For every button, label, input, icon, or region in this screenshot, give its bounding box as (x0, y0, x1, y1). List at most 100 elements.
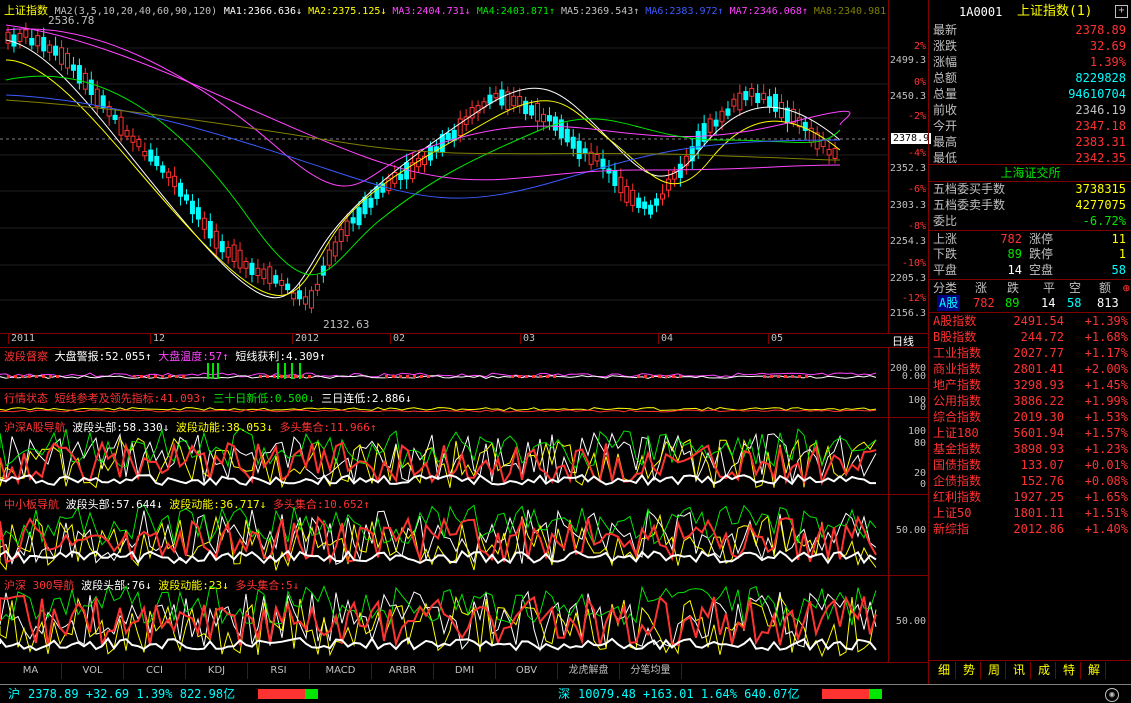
index-row[interactable]: 红利指数 1927.25 +1.65% (929, 489, 1131, 505)
quote-value: 2346.19 (1075, 103, 1126, 117)
indicator-tab[interactable]: VOL (62, 663, 124, 679)
indicator-header-3: 沪深A股导航 波段头部:58.330↓ 波段动能:38.053↓ 多头集合:11… (4, 419, 376, 435)
order-book-row: 委比 -6.72% (929, 213, 1131, 229)
index-row[interactable]: 商业指数 2801.41 +2.00% (929, 361, 1131, 377)
index-pct: +1.51% (1084, 506, 1128, 520)
indicator-tab[interactable]: 龙虎解盘 (558, 663, 620, 679)
quote-value: 2383.31 (1075, 135, 1126, 149)
right-tab[interactable]: 解 (1083, 662, 1106, 679)
order-book-label: 委比 (933, 214, 958, 228)
high-price-label: 2536.78 (48, 14, 95, 27)
candlestick (779, 101, 784, 119)
category-header-cell: 空 (1069, 281, 1082, 295)
expand-icon[interactable]: + (1115, 5, 1128, 18)
category-header: 分类 涨 跌 平空 额 ⊕ (929, 279, 1131, 296)
index-row[interactable]: 综合指数 2019.30 +1.53% (929, 409, 1131, 425)
indicator-tab[interactable]: MA (0, 663, 62, 679)
indicator-bar (385, 375, 388, 378)
index-row[interactable]: 工业指数 2027.77 +1.17% (929, 345, 1131, 361)
index-row[interactable]: 企债指数 152.76 +0.08% (929, 473, 1131, 489)
candlestick (493, 92, 499, 99)
candlestick (172, 175, 178, 188)
indicator-tab[interactable]: DMI (434, 663, 496, 679)
index-row[interactable]: B股指数 244.72 +1.68% (929, 329, 1131, 345)
indicator-bar (644, 375, 647, 378)
indicator-bar (266, 375, 269, 378)
indicator-tab[interactable]: MACD (310, 663, 372, 679)
indicator-pane-2[interactable]: 行情状态 短线参考及领先指标:41.093↑ 三十日新低:0.500↓ 三日连低… (0, 389, 888, 418)
date-label: 03 (520, 333, 535, 344)
candlestick (249, 262, 255, 275)
indicator-axis-5: 50.00 (888, 576, 929, 662)
indicator-pane-4[interactable]: 中小板导航 波段头部:57.644↓ 波段动能:36.717↓ 多头集合:10.… (0, 495, 888, 576)
index-value: 244.72 (1020, 330, 1064, 344)
indicator-label: 多头集合:5↓ (235, 579, 300, 592)
right-tab[interactable]: 周 (983, 662, 1006, 679)
indicator-bar (175, 375, 178, 378)
index-pct: +0.01% (1084, 458, 1128, 472)
indicator-label: 短线参考及领先指标:41.093↑ (54, 392, 214, 405)
candlestick (41, 36, 47, 52)
date-axis: 2011 12 2012 02 03 04 05 日线 (0, 333, 928, 348)
index-value: 2012.86 (1013, 522, 1064, 536)
indicator-tab[interactable]: RSI (248, 663, 310, 679)
indicator-axis-1: 200.00 0.00 (888, 347, 929, 389)
index-value: 2019.30 (1013, 410, 1064, 424)
indicator-bar (14, 375, 17, 378)
date-label: 02 (390, 333, 405, 344)
pct-axis-label: -2% (907, 111, 926, 122)
quote-row: 涨幅 1.39% (929, 54, 1131, 70)
index-value: 2491.54 (1013, 314, 1064, 328)
candlestick (130, 135, 136, 143)
candlestick (267, 266, 273, 284)
index-pct: +2.00% (1084, 362, 1128, 376)
right-tab[interactable]: 讯 (1008, 662, 1031, 679)
indicator-pane-3[interactable]: 沪深A股导航 波段头部:58.330↓ 波段动能:38.053↓ 多头集合:11… (0, 418, 888, 495)
index-pct: +1.39% (1084, 314, 1128, 328)
category-row[interactable]: A股 782 89 14 58 813 (929, 295, 1131, 311)
quote-label: 最高 (933, 135, 958, 149)
ma-value: MA7:2346.068↑ (723, 6, 808, 17)
candlestick (59, 47, 65, 65)
category-expand-icon[interactable]: ⊕ (1123, 280, 1130, 296)
info-icon[interactable]: ◉ (1105, 688, 1119, 702)
indicator-tab[interactable]: 分笔均量 (620, 663, 682, 679)
indicator-tab[interactable]: OBV (496, 663, 558, 679)
right-tab[interactable]: 细 (933, 662, 956, 679)
candlestick (594, 154, 600, 162)
index-row[interactable]: 公用指数 3886.22 +1.99% (929, 393, 1131, 409)
indicator-tab[interactable]: KDJ (186, 663, 248, 679)
index-row[interactable]: 国债指数 133.07 +0.01% (929, 457, 1131, 473)
index-pct: +1.17% (1084, 346, 1128, 360)
sh-market-label: 沪 (8, 687, 21, 701)
candlestick (112, 114, 118, 120)
category-header-cell: 分类 (933, 281, 958, 295)
ma-line (5, 94, 841, 199)
index-row[interactable]: 上证180 5601.94 +1.57% (929, 425, 1131, 441)
price-chart[interactable] (0, 0, 888, 333)
right-tab[interactable]: 成 (1033, 662, 1056, 679)
index-row[interactable]: 上证50 1801.11 +1.51% (929, 505, 1131, 521)
index-row[interactable]: 新综指 2012.86 +1.40% (929, 521, 1131, 537)
index-row[interactable]: 基金指数 3898.93 +1.23% (929, 441, 1131, 457)
indicator-pane-1[interactable]: 波段督察 大盘警报:52.055↑ 大盘温度:57↑ 短线获利:4.309↑ (0, 347, 888, 389)
indicator-pane-5[interactable]: 沪深 300导航 波段头部:76↓ 波段动能:23↓ 多头集合:5↓ (0, 576, 888, 662)
updown-value: 782 (1000, 232, 1022, 246)
updown-row: 上涨 782 涨停 11 (929, 230, 1131, 247)
indicator-tab[interactable]: CCI (124, 663, 186, 679)
price-axis-label: 2205.3 (889, 273, 926, 284)
index-row[interactable]: A股指数 2491.54 +1.39% (929, 313, 1131, 329)
price-chart-pane[interactable]: 上证指数 MA2(3,5,10,20,40,60,90,120) MA1:236… (0, 0, 888, 333)
right-tab[interactable]: 特 (1058, 662, 1081, 679)
updown-label: 上涨 (933, 232, 958, 246)
indicator-bar (539, 375, 542, 378)
indicator-bar (665, 375, 668, 378)
indicator-axis-4: 50.00 (888, 495, 929, 576)
index-row[interactable]: 地产指数 3298.93 +1.45% (929, 377, 1131, 393)
right-tab[interactable]: 势 (958, 662, 981, 679)
candlestick (749, 87, 755, 97)
axis-label: 50.00 (895, 616, 926, 627)
low-price-label: 2132.63 (323, 318, 370, 331)
indicator-bar (182, 375, 185, 378)
indicator-tab[interactable]: ARBR (372, 663, 434, 679)
